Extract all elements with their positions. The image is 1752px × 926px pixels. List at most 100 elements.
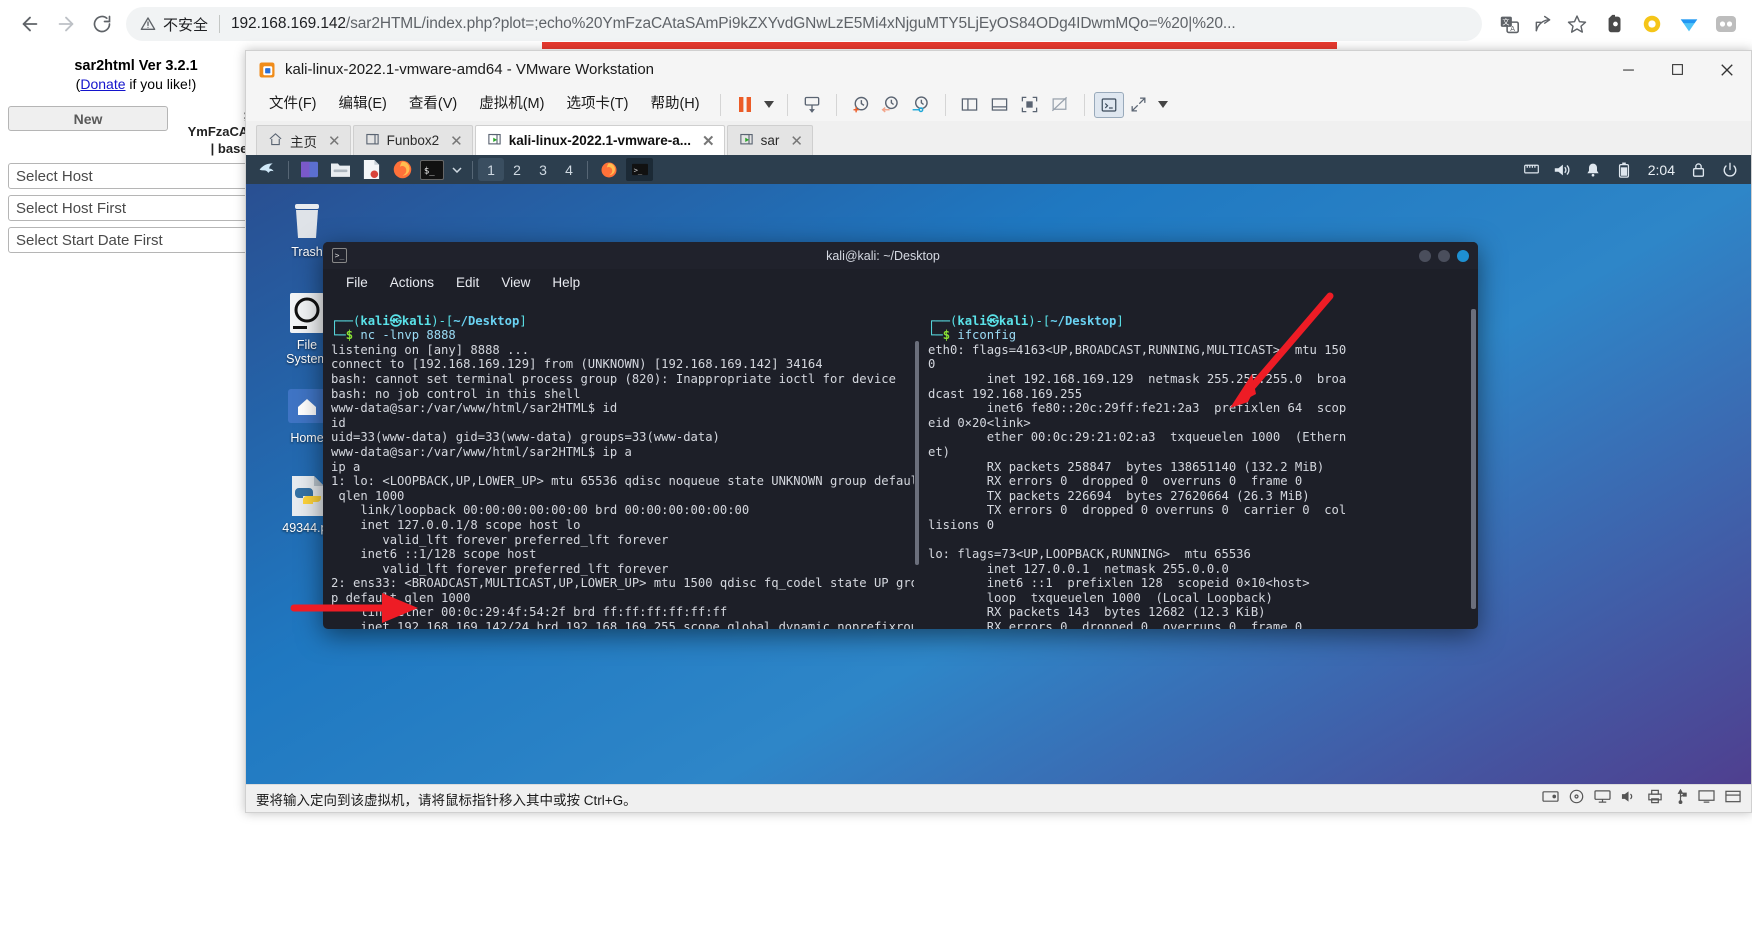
firefox-icon[interactable] <box>389 158 416 181</box>
menu-vm[interactable]: 虚拟机(M) <box>468 88 555 121</box>
taskbar-separator-3 <box>587 160 588 179</box>
terminal-pane-left[interactable]: ┌──(kali㉿kali)-[~/Desktop] └─$ nc -lnvp … <box>323 295 914 629</box>
select-host-dropdown[interactable]: Select Host <box>8 163 264 189</box>
svg-text:>_: >_ <box>633 166 642 175</box>
tab-funbox2-close-icon[interactable]: ✕ <box>450 132 463 150</box>
taskbar-clock[interactable]: 2:04 <box>1648 162 1675 178</box>
usb-icon[interactable] <box>1673 788 1688 809</box>
minimize-button[interactable] <box>1604 51 1653 88</box>
terminal-minimize-button[interactable] <box>1419 249 1431 262</box>
new-button[interactable]: New <box>8 106 168 131</box>
terminal-dropdown-icon[interactable] <box>448 158 465 181</box>
sound-icon[interactable] <box>1621 789 1637 809</box>
menu-edit[interactable]: 编辑(E) <box>328 88 398 121</box>
taskbar-separator-2 <box>472 160 473 179</box>
stretch-dropdown-arrow-icon[interactable] <box>1154 92 1172 118</box>
terminal-menu-help[interactable]: Help <box>541 275 591 290</box>
menu-view[interactable]: 查看(V) <box>398 88 468 121</box>
tab-sar-close-icon[interactable]: ✕ <box>790 132 803 150</box>
terminal-icon[interactable]: $_ <box>420 159 444 180</box>
snapshot-take-icon[interactable] <box>846 92 876 118</box>
hdd-icon[interactable] <box>1542 789 1559 809</box>
workspace-1[interactable]: 1 <box>478 158 504 181</box>
evernote-extension-icon[interactable] <box>1601 10 1629 38</box>
tab-home[interactable]: 主页 ✕ <box>256 125 351 155</box>
vm-running-icon <box>487 132 502 150</box>
tab-kali-linux[interactable]: kali-linux-2022.1-vmware-a... ✕ <box>474 125 725 155</box>
terminal-window-button[interactable]: >_ <box>626 158 653 181</box>
translate-icon[interactable]: 文A <box>1494 9 1524 39</box>
address-bar[interactable]: 不安全 192.168.169.142/sar2HTML/index.php?p… <box>126 7 1482 41</box>
blue-diamond-extension-icon[interactable] <box>1675 10 1703 38</box>
terminal-scrollbar[interactable] <box>1471 309 1476 609</box>
vmware-menubar: 文件(F) 编辑(E) 查看(V) 虚拟机(M) 选项卡(T) 帮助(H) <box>246 88 1751 121</box>
terminal-menu-edit[interactable]: Edit <box>445 275 490 290</box>
select-host-first-dropdown[interactable]: Select Host First <box>8 195 264 221</box>
bookmark-star-icon[interactable] <box>1562 9 1592 39</box>
network-icon[interactable] <box>1594 789 1611 809</box>
select-start-date-dropdown[interactable]: Select Start Date First <box>8 227 264 253</box>
menu-help[interactable]: 帮助(H) <box>639 88 710 121</box>
network-icon[interactable] <box>1518 158 1545 181</box>
terminal-menu-file[interactable]: File <box>335 275 379 290</box>
tab-kali-linux-close-icon[interactable]: ✕ <box>702 132 715 150</box>
snapshot-manager-icon[interactable] <box>906 92 936 118</box>
taskbar-separator-1 <box>288 160 289 179</box>
terminal-menu-actions[interactable]: Actions <box>379 275 445 290</box>
tab-sar[interactable]: sar ✕ <box>726 125 813 155</box>
volume-icon[interactable] <box>1549 158 1576 181</box>
reload-button[interactable] <box>84 6 120 42</box>
workspace-2[interactable]: 2 <box>504 158 530 181</box>
pause-icon[interactable] <box>730 92 760 118</box>
terminal-pane-right[interactable]: ┌──(kali㉿kali)-[~/Desktop] └─$ ifconfig … <box>914 295 1478 629</box>
left-prompt-path: ~/Desktop <box>453 313 520 328</box>
lock-icon[interactable] <box>1685 158 1712 181</box>
menu-file[interactable]: 文件(F) <box>258 88 328 121</box>
firefox-window-button[interactable] <box>595 158 622 181</box>
file-manager-icon[interactable] <box>327 158 354 181</box>
maximize-button[interactable] <box>1653 51 1702 88</box>
workspace-3[interactable]: 3 <box>530 158 556 181</box>
donate-link[interactable]: Donate <box>80 76 125 92</box>
printer-icon[interactable] <box>1647 789 1663 809</box>
layout-sidebar-icon[interactable] <box>955 92 985 118</box>
stretch-expand-icon[interactable] <box>1124 92 1154 118</box>
settings-icon[interactable] <box>1725 789 1741 809</box>
back-button[interactable] <box>12 6 48 42</box>
notification-bell-icon[interactable] <box>1580 158 1607 181</box>
battery-icon[interactable] <box>1611 158 1638 181</box>
send-ctrl-alt-del-icon[interactable] <box>797 92 827 118</box>
sar2html-controls-row: New ;ec YmFzaCAtA | base64 <box>0 106 272 157</box>
forward-button[interactable] <box>48 6 84 42</box>
terminal-pane-divider[interactable] <box>914 303 919 625</box>
tab-home-close-icon[interactable]: ✕ <box>328 132 341 150</box>
sar2html-panel: sar2html Ver 3.2.1 (Donate if you like!)… <box>0 52 272 253</box>
terminal-close-button[interactable] <box>1457 249 1469 262</box>
cd-icon[interactable] <box>1569 789 1584 809</box>
terminal-maximize-button[interactable] <box>1438 249 1450 262</box>
unity-mode-icon[interactable] <box>1045 92 1075 118</box>
fullscreen-icon[interactable] <box>1015 92 1045 118</box>
text-editor-icon[interactable] <box>358 158 385 181</box>
snapshot-revert-icon[interactable] <box>876 92 906 118</box>
left-command-1: nc -lnvp 8888 <box>360 328 456 343</box>
sar2html-title: sar2html Ver 3.2.1 <box>74 58 198 74</box>
menu-tabs[interactable]: 选项卡(T) <box>555 88 639 121</box>
power-icon[interactable] <box>1716 158 1743 181</box>
yellow-ring-extension-icon[interactable] <box>1638 10 1666 38</box>
screen-root: sar2html Ver 3.2.1 (Donate if you like!)… <box>0 0 1752 926</box>
vm-running-icon-2 <box>739 132 754 150</box>
display-icon[interactable] <box>1698 789 1715 809</box>
profile-avatar-icon[interactable] <box>1712 10 1740 38</box>
workspace-switcher-icon[interactable] <box>296 158 323 181</box>
workspace-4[interactable]: 4 <box>556 158 582 181</box>
tab-sar-label: sar <box>760 133 780 148</box>
terminal-menu-view[interactable]: View <box>490 275 541 290</box>
tab-funbox2[interactable]: Funbox2 ✕ <box>352 125 473 155</box>
kali-dragon-menu-icon[interactable] <box>254 158 281 181</box>
close-button[interactable] <box>1702 51 1751 88</box>
stretch-icon[interactable] <box>1093 91 1124 118</box>
pause-dropdown-arrow-icon[interactable] <box>760 92 778 118</box>
layout-bottom-icon[interactable] <box>985 92 1015 118</box>
share-icon[interactable] <box>1528 9 1558 39</box>
